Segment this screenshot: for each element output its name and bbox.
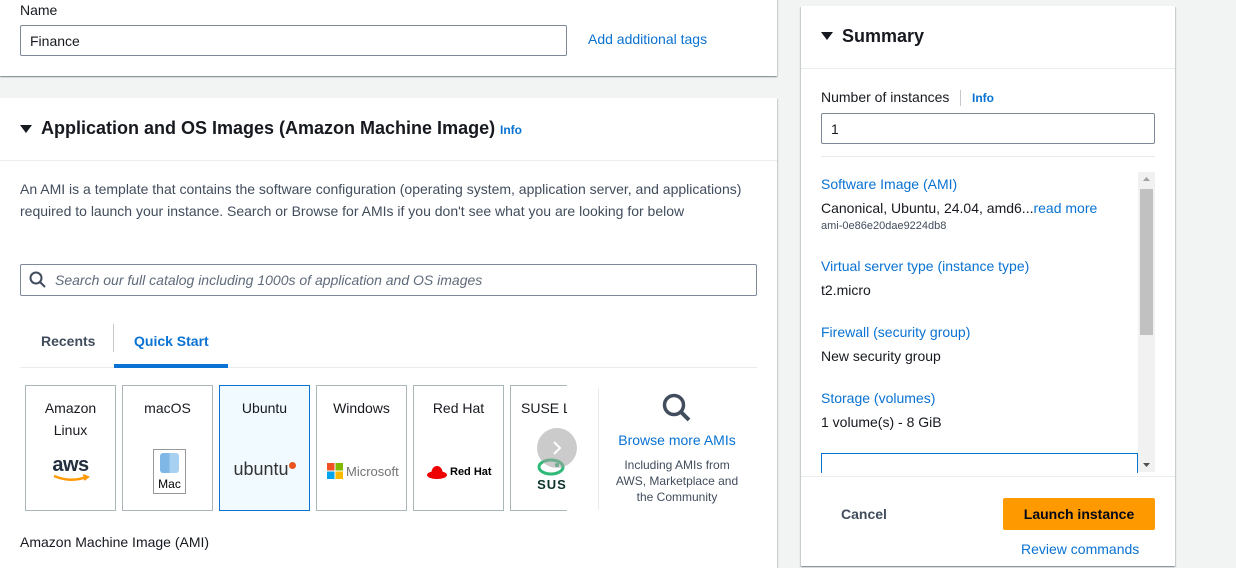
tile-name: macOS	[144, 400, 191, 416]
name-panel: Name Finance Add additional tags	[0, 0, 777, 76]
tiles-divider	[598, 388, 599, 510]
ami-tile-amazon-linux[interactable]: Amazon Linux aws	[25, 385, 116, 511]
ami-title: Application and OS Images (Amazon Machin…	[41, 118, 496, 138]
redhat-logo-icon: Red Hat	[426, 464, 492, 480]
ami-header: Application and OS Images (Amazon Machin…	[0, 98, 777, 161]
instances-value: 1	[831, 120, 839, 137]
ami-bottom-label: Amazon Machine Image (AMI)	[20, 534, 210, 550]
ami-description: An AMI is a template that contains the s…	[20, 181, 742, 219]
summary-instance-type-value: t2.micro	[821, 282, 871, 298]
review-commands-link[interactable]: Review commands	[1021, 541, 1139, 557]
browse-more-sub: Including AMIs from AWS, Marketplace and…	[615, 458, 739, 504]
tab-active-underline	[114, 364, 228, 368]
ami-tabs: Recents Quick Start	[20, 324, 757, 368]
ami-tile-ubuntu[interactable]: Ubuntu ubuntu	[219, 385, 310, 511]
aws-logo-icon: aws	[26, 454, 115, 482]
search-icon	[29, 271, 46, 288]
read-more-link[interactable]: read more	[1033, 200, 1097, 216]
summary-ami-value: Canonical, Ubuntu, 24.04, amd6...read mo…	[821, 200, 1098, 216]
tab-divider	[113, 324, 114, 352]
summary-footer-divider	[801, 476, 1175, 477]
summary-storage-value: 1 volume(s) - 8 GiB	[821, 414, 942, 430]
tab-recents[interactable]: Recents	[41, 333, 95, 349]
search-icon	[662, 393, 691, 422]
launch-instance-button[interactable]: Launch instance	[1003, 498, 1155, 530]
summary-instance-type-link[interactable]: Virtual server type (instance type)	[821, 258, 1029, 274]
summary-firewall-value: New security group	[821, 348, 941, 364]
instances-input[interactable]: 1	[821, 113, 1155, 144]
tile-name: Ubuntu	[241, 400, 288, 416]
name-input[interactable]: Finance	[20, 25, 567, 56]
ami-info-link[interactable]: Info	[500, 123, 522, 137]
microsoft-logo-icon: Microsoft	[327, 463, 399, 479]
add-tags-link[interactable]: Add additional tags	[588, 31, 707, 47]
summary-ami-id: ami-0e86e20dae9224db8	[821, 220, 947, 232]
carousel-next-button[interactable]	[537, 428, 577, 468]
ami-search-input[interactable]: Search our full catalog including 1000s …	[20, 264, 757, 296]
summary-firewall-link[interactable]: Firewall (security group)	[821, 324, 970, 340]
ami-tile-red-hat[interactable]: Red Hat Red Hat	[413, 385, 504, 511]
browse-more-amis[interactable]: Browse more AMIs Including AMIs from AWS…	[612, 392, 742, 505]
ubuntu-logo-icon: ubuntu	[220, 459, 309, 480]
ami-tile-windows[interactable]: Windows Microsoft	[316, 385, 407, 511]
tile-name: Windows	[333, 400, 390, 416]
summary-scrollbar[interactable]	[1138, 172, 1155, 472]
search-placeholder: Search our full catalog including 1000s …	[55, 272, 483, 288]
scroll-up-icon[interactable]	[1138, 172, 1155, 186]
tile-name: SUSE Li	[521, 400, 567, 416]
instances-label: Number of instances	[821, 89, 950, 105]
instances-divider	[960, 90, 961, 106]
collapse-caret-icon[interactable]	[821, 32, 833, 40]
tile-name: Red Hat	[432, 400, 485, 416]
cancel-button[interactable]: Cancel	[822, 498, 906, 530]
chevron-right-icon	[553, 441, 562, 455]
scrollbar-thumb[interactable]	[1140, 189, 1153, 335]
summary-title: Summary	[842, 26, 925, 46]
mac-logo-icon: Mac	[153, 449, 186, 494]
summary-list-divider	[821, 156, 1155, 157]
tile-name: Amazon Linux	[44, 400, 97, 438]
summary-ami-link[interactable]: Software Image (AMI)	[821, 176, 957, 192]
summary-info-box	[821, 453, 1138, 473]
tab-quick-start[interactable]: Quick Start	[134, 333, 209, 349]
ami-tile-macos[interactable]: macOS Mac	[122, 385, 213, 511]
scroll-down-icon[interactable]	[1138, 458, 1155, 472]
instances-info-link[interactable]: Info	[972, 91, 994, 105]
name-label: Name	[20, 2, 58, 18]
collapse-caret-icon[interactable]	[20, 125, 32, 133]
summary-header: Summary	[801, 6, 1175, 69]
summary-storage-link[interactable]: Storage (volumes)	[821, 390, 935, 406]
name-value: Finance	[30, 32, 80, 49]
browse-more-link[interactable]: Browse more AMIs	[612, 432, 742, 448]
